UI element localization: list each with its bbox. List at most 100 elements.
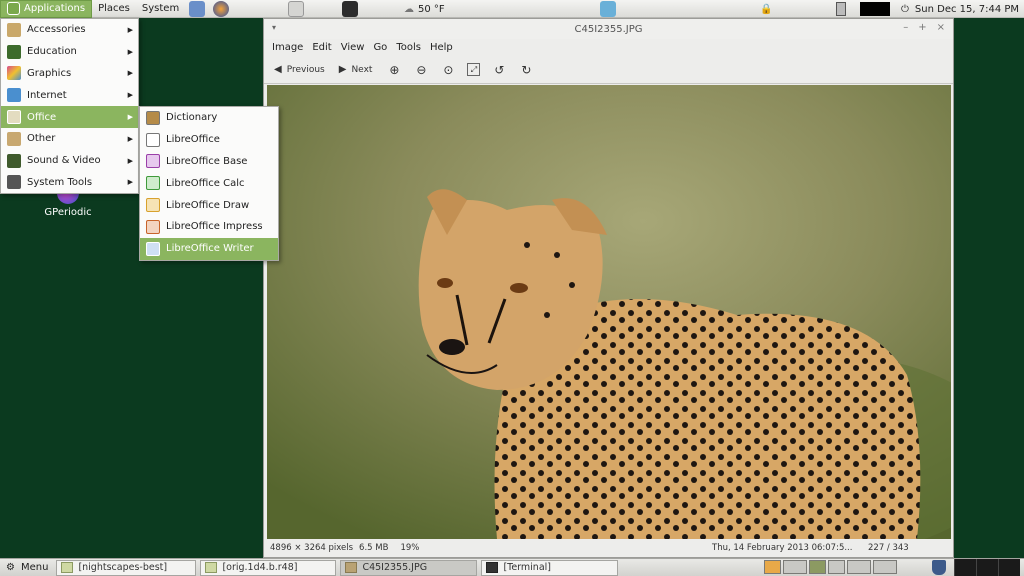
menu-item-label: Internet xyxy=(27,89,67,101)
main-menu-label: Menu xyxy=(20,562,49,573)
main-menu-button[interactable]: ⚙ Menu xyxy=(0,562,56,573)
indicator-3[interactable] xyxy=(998,559,1020,576)
minimize-icon[interactable]: – xyxy=(903,22,908,33)
folder-icon xyxy=(205,562,218,573)
menu-item-label: Education xyxy=(27,46,77,58)
terminal-icon xyxy=(486,562,499,573)
workspace-3[interactable] xyxy=(809,560,826,574)
maximize-icon[interactable]: + xyxy=(918,22,926,33)
libreoffice-impress-icon xyxy=(146,219,160,234)
firefox-launcher-icon[interactable] xyxy=(213,0,230,17)
workspace-6[interactable] xyxy=(873,560,897,574)
next-button[interactable]: ▶ Next xyxy=(339,64,373,75)
workspace-switcher[interactable] xyxy=(764,560,899,574)
file-manager-launcher-icon[interactable] xyxy=(189,0,206,17)
task-image-viewer[interactable]: C45I2355.JPG xyxy=(340,559,478,576)
menu-item-libreoffice-base[interactable]: LibreOffice Base xyxy=(140,151,278,173)
task-label: C45I2355.JPG xyxy=(362,562,428,573)
menu-item-sound-video[interactable]: Sound & Video ▶ xyxy=(1,150,138,172)
system-tools-icon xyxy=(7,175,21,190)
window-menu-icon[interactable]: ▾ xyxy=(272,23,276,32)
rotate-right-icon[interactable]: ↻ xyxy=(518,62,534,78)
shield-icon[interactable] xyxy=(932,560,946,575)
applications-menu: Accessories ▶ Education ▶ Graphics ▶ Int… xyxy=(0,18,139,195)
battery-icon[interactable] xyxy=(836,2,846,16)
gperiodic-label: GPeriodic xyxy=(44,207,92,218)
applications-label: Applications xyxy=(24,3,86,14)
submenu-arrow-icon: ▶ xyxy=(127,134,133,143)
task-nightscapes-best[interactable]: [nightscapes-best] xyxy=(56,559,197,576)
indicator-1[interactable] xyxy=(954,559,976,576)
menu-item-other[interactable]: Other ▶ xyxy=(1,128,138,150)
zoom-out-icon[interactable]: ⊖ xyxy=(413,62,429,78)
menu-item-dictionary[interactable]: Dictionary xyxy=(140,107,278,129)
weather-applet[interactable]: ☁ 50 °F xyxy=(404,0,445,18)
menu-item-label: LibreOffice Calc xyxy=(166,177,245,189)
menu-item-graphics[interactable]: Graphics ▶ xyxy=(1,63,138,85)
text-editor-launcher-icon[interactable] xyxy=(288,1,304,17)
zoom-in-icon[interactable]: ⊕ xyxy=(386,62,402,78)
menu-item-libreoffice-impress[interactable]: LibreOffice Impress xyxy=(140,216,278,238)
workspace-2[interactable] xyxy=(783,560,807,574)
menu-item-libreoffice-writer[interactable]: LibreOffice Writer xyxy=(140,237,278,260)
image-display[interactable] xyxy=(267,85,951,539)
submenu-arrow-icon: ▶ xyxy=(127,25,133,34)
menu-tools[interactable]: Tools xyxy=(396,42,421,53)
libreoffice-base-icon xyxy=(146,154,160,169)
previous-button[interactable]: ◀ Previous xyxy=(274,64,325,75)
task-orig-folder[interactable]: [orig.1d4.b.r48] xyxy=(200,559,337,576)
menu-go[interactable]: Go xyxy=(373,42,387,53)
submenu-arrow-icon: ▶ xyxy=(127,178,133,187)
other-icon xyxy=(7,131,21,146)
menu-item-label: Office xyxy=(27,111,57,123)
zoom-normal-icon[interactable]: ⊙ xyxy=(440,62,456,78)
system-menu-button[interactable]: System xyxy=(136,0,185,18)
menu-item-label: Sound & Video xyxy=(27,155,101,167)
terminal-launcher-icon[interactable] xyxy=(342,1,358,17)
menu-edit[interactable]: Edit xyxy=(312,42,331,53)
cloud-icon: ☁ xyxy=(404,3,414,15)
writer-launcher-icon[interactable] xyxy=(600,1,616,17)
window-titlebar[interactable]: ▾ C45I2355.JPG – + × xyxy=(264,19,953,39)
arrow-left-icon: ◀ xyxy=(274,64,282,75)
internet-icon xyxy=(7,88,21,103)
libreoffice-writer-icon xyxy=(146,241,160,256)
workspace-1[interactable] xyxy=(764,560,781,574)
menu-help[interactable]: Help xyxy=(430,42,453,53)
menu-item-education[interactable]: Education ▶ xyxy=(1,41,138,63)
lock-icon[interactable]: 🔒 xyxy=(760,4,772,15)
zoom-fit-icon[interactable]: ⤢ xyxy=(467,63,481,76)
applications-menu-button[interactable]: Applications xyxy=(0,0,93,18)
menu-image[interactable]: Image xyxy=(272,42,303,53)
office-icon xyxy=(7,110,21,125)
image-dimensions: 4896 × 3264 pixels xyxy=(270,543,354,553)
libreoffice-draw-icon xyxy=(146,198,160,213)
indicator-2[interactable] xyxy=(976,559,998,576)
submenu-arrow-icon: ▶ xyxy=(127,113,133,122)
menu-item-label: LibreOffice Impress xyxy=(166,221,263,233)
system-monitor-graph[interactable] xyxy=(860,2,890,16)
workspace-5[interactable] xyxy=(847,560,871,574)
close-icon[interactable]: × xyxy=(937,22,945,33)
menu-item-libreoffice-calc[interactable]: LibreOffice Calc xyxy=(140,172,278,194)
task-terminal[interactable]: [Terminal] xyxy=(481,559,619,576)
menu-item-libreoffice[interactable]: LibreOffice xyxy=(140,129,278,151)
menu-item-office[interactable]: Office ▶ xyxy=(1,106,138,128)
image-date: Thu, 14 February 2013 06:07:5... xyxy=(712,543,853,553)
workspace-4[interactable] xyxy=(828,560,845,574)
menu-item-label: LibreOffice Base xyxy=(166,155,248,167)
places-menu-button[interactable]: Places xyxy=(92,0,136,18)
rotate-left-icon[interactable]: ↺ xyxy=(491,62,507,78)
menu-item-internet[interactable]: Internet ▶ xyxy=(1,84,138,106)
menu-item-accessories[interactable]: Accessories ▶ xyxy=(1,19,138,41)
menu-item-label: Graphics xyxy=(27,67,72,79)
folder-icon xyxy=(61,562,74,573)
libreoffice-calc-icon xyxy=(146,176,160,191)
menu-view[interactable]: View xyxy=(341,42,365,53)
menu-item-libreoffice-draw[interactable]: LibreOffice Draw xyxy=(140,194,278,216)
clock-applet[interactable]: ⏻ Sun Dec 15, 7:44 PM xyxy=(901,0,1019,18)
menu-item-system-tools[interactable]: System Tools ▶ xyxy=(1,172,138,194)
submenu-arrow-icon: ▶ xyxy=(127,156,133,165)
dictionary-icon xyxy=(146,110,160,125)
gear-icon: ⚙ xyxy=(6,562,15,573)
